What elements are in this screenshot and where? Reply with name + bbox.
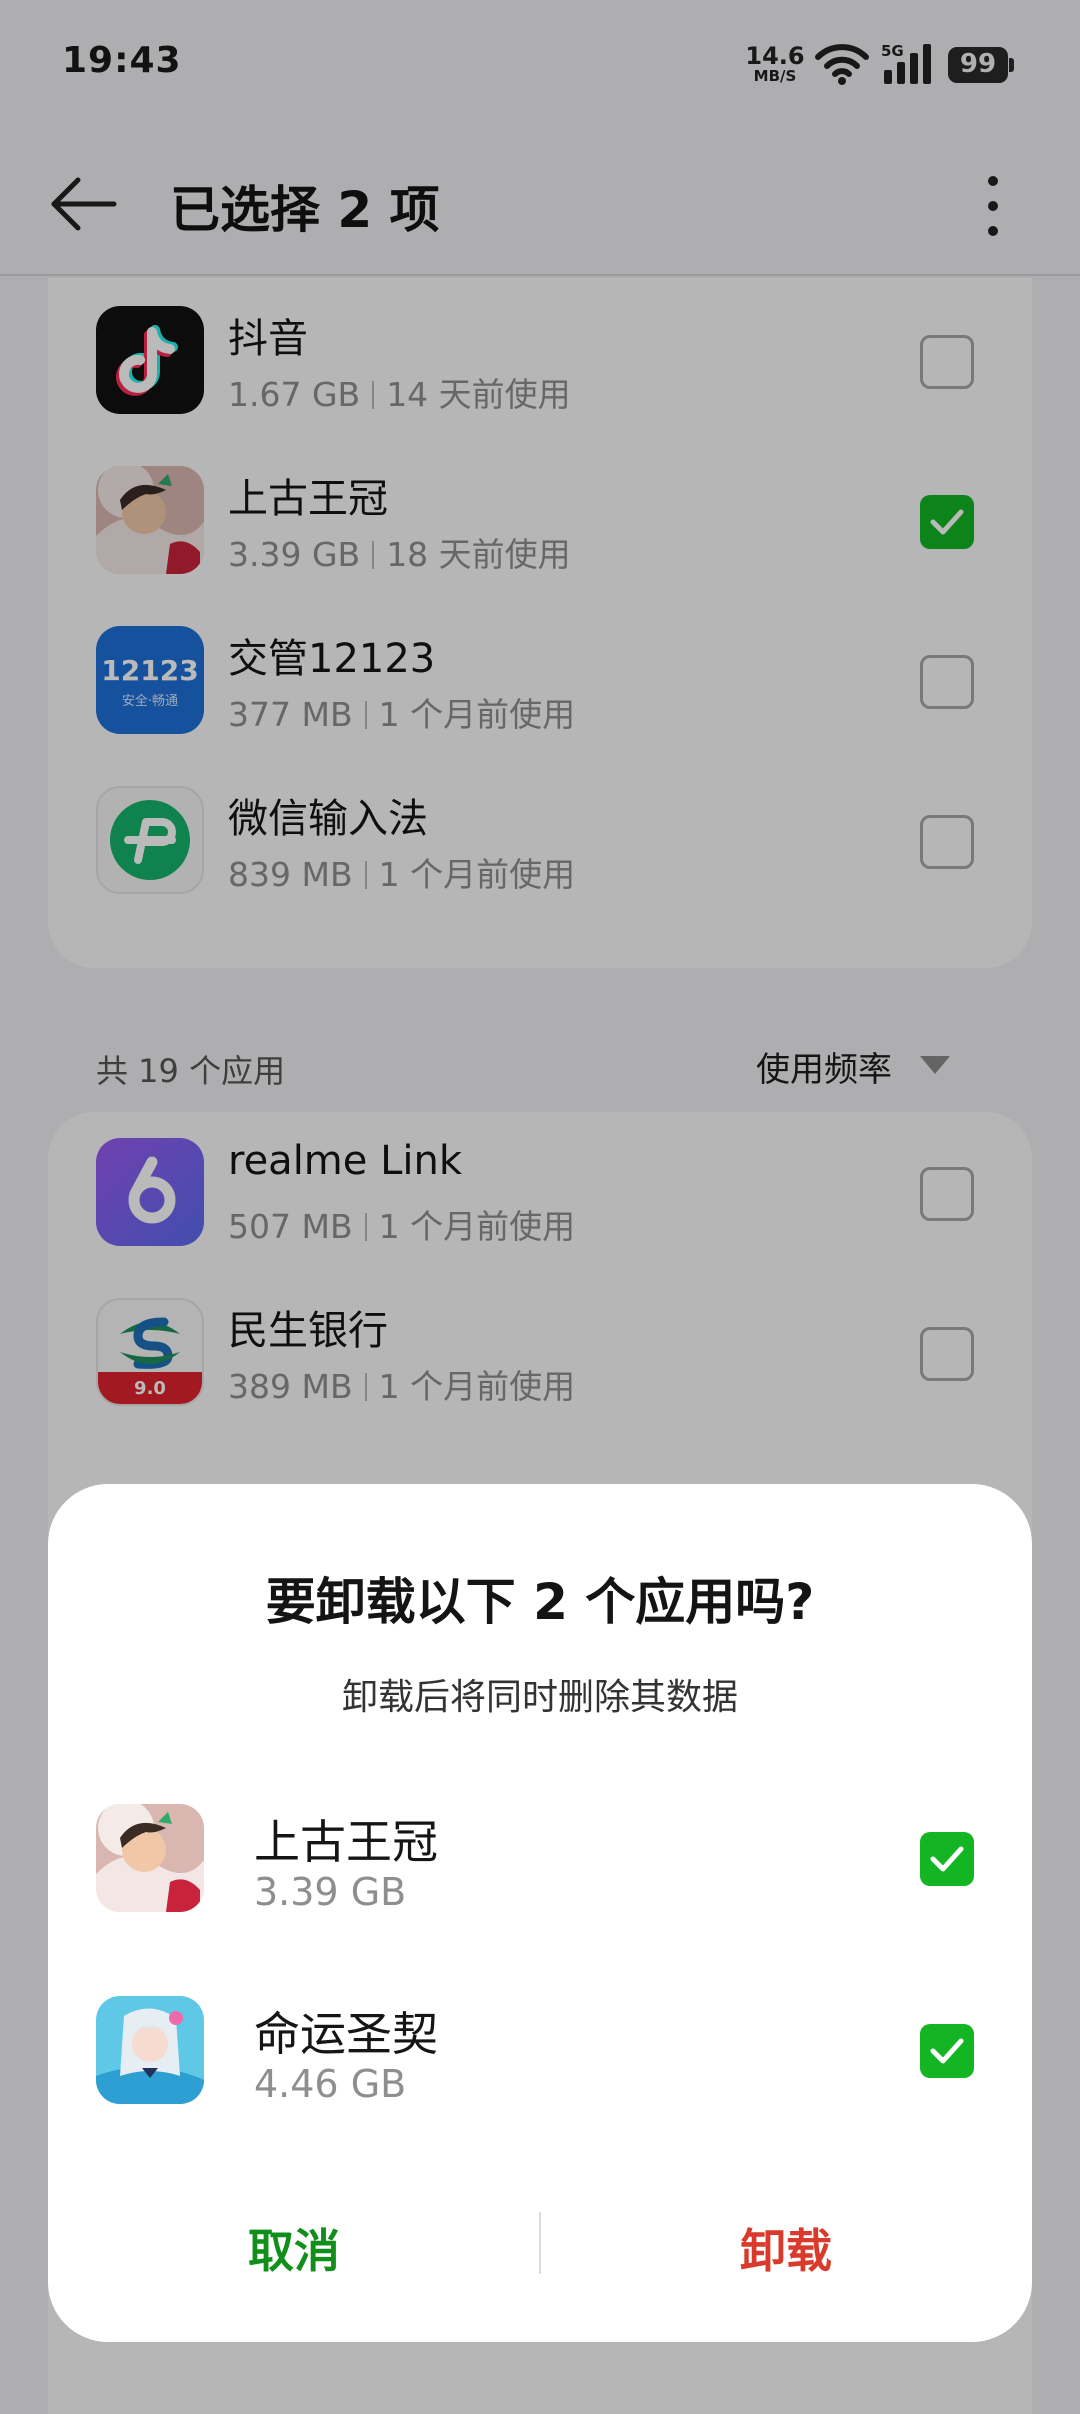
uninstall-button[interactable]: 卸载 xyxy=(540,2196,1032,2306)
dialog-app-row[interactable]: 上古王冠 3.39 GB xyxy=(48,1784,1032,1934)
checkmark-icon xyxy=(930,2038,964,2064)
dialog-app-row[interactable]: 命运圣契 4.46 GB xyxy=(48,1976,1032,2126)
ancient-crown-game-icon xyxy=(96,1804,204,1912)
dialog-title: 要卸载以下 2 个应用吗? xyxy=(265,1573,815,1631)
dialog-app-size: 4.46 GB xyxy=(254,2062,407,2106)
dialog-app-checkbox[interactable] xyxy=(920,1832,974,1886)
dialog-app-name: 命运圣契 xyxy=(254,2007,438,2061)
dialog-app-checkbox[interactable] xyxy=(920,2024,974,2078)
uninstall-dialog: 要卸载以下 2 个应用吗? 卸载后将同时删除其数据 上古王冠 3.39 GB 命… xyxy=(48,1484,1032,2342)
checkmark-icon xyxy=(930,1846,964,1872)
dialog-app-name: 上古王冠 xyxy=(254,1815,438,1869)
dialog-app-size: 3.39 GB xyxy=(254,1870,407,1914)
dialog-subtitle: 卸载后将同时删除其数据 xyxy=(341,1677,738,1718)
cancel-button[interactable]: 取消 xyxy=(48,2196,540,2306)
fate-covenant-game-icon xyxy=(96,1996,204,2104)
